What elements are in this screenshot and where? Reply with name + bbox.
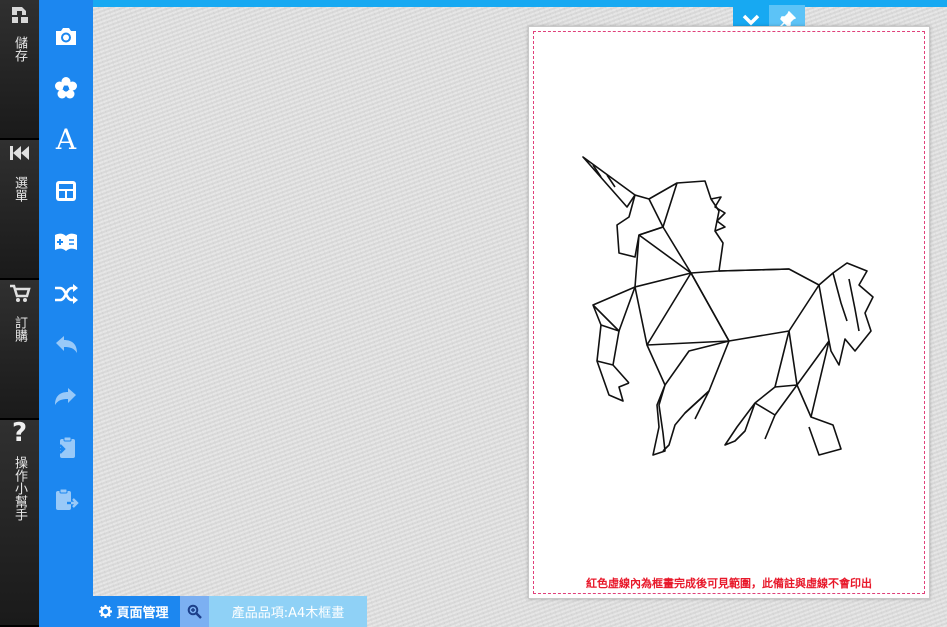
camera-tool[interactable] <box>46 16 86 56</box>
print-note: 紅色虛線內為框畫完成後可見範圍，此備註與虛線不會印出 <box>586 577 872 590</box>
shuffle-icon <box>55 283 78 304</box>
product-item-label: 產品品項:A4木框畫 <box>209 596 367 627</box>
save-icon <box>9 4 31 29</box>
flower-tool[interactable] <box>46 68 86 108</box>
shuffle-tool[interactable] <box>46 274 86 314</box>
add-page-tool[interactable] <box>46 222 86 262</box>
page-manager-label: 頁面管理 <box>116 606 169 621</box>
camera-icon <box>56 28 76 45</box>
undo-tool[interactable] <box>46 325 86 365</box>
save-button[interactable]: 儲存 <box>0 0 39 140</box>
menu-label: 選單 <box>12 176 27 202</box>
text-icon: A <box>55 122 77 156</box>
zoom-icon <box>187 604 202 619</box>
unicorn-artwork[interactable] <box>579 155 879 465</box>
question-icon: ? <box>11 418 28 448</box>
zoom-button[interactable] <box>180 596 209 627</box>
canvas-page[interactable]: 紅色虛線內為框畫完成後可見範圍，此備註與虛線不會印出 <box>528 26 930 599</box>
left-rail: 儲存 選單 訂購 ? 操作小幫手 <box>0 0 39 627</box>
paste-out-icon <box>56 488 79 510</box>
redo-tool[interactable] <box>46 377 86 417</box>
add-page-icon <box>55 233 77 251</box>
order-button[interactable]: 訂購 <box>0 280 39 420</box>
bottom-bar: 頁面管理 產品品項:A4木框畫 <box>88 596 367 627</box>
paste-out-tool[interactable] <box>46 480 86 520</box>
help-label: 操作小幫手 <box>12 456 27 521</box>
paste-in-tool[interactable] <box>46 428 86 468</box>
tool-column: A <box>39 0 93 627</box>
layout-icon <box>56 180 76 201</box>
flower-icon <box>55 76 77 98</box>
undo-icon <box>56 336 77 353</box>
top-accent-bar <box>93 0 947 7</box>
page-manager-button[interactable]: 頁面管理 <box>88 596 180 627</box>
redo-icon <box>55 387 76 405</box>
paste-in-icon <box>55 436 75 458</box>
gear-icon <box>99 605 113 618</box>
text-tool[interactable]: A <box>46 119 86 159</box>
chevron-down-icon <box>742 14 760 26</box>
save-label: 儲存 <box>12 36 27 62</box>
cart-icon <box>9 284 31 307</box>
rewind-icon <box>9 144 31 165</box>
help-button[interactable]: ? 操作小幫手 <box>0 420 39 627</box>
menu-button[interactable]: 選單 <box>0 140 39 280</box>
order-label: 訂購 <box>12 316 27 342</box>
layout-tool[interactable] <box>46 171 86 211</box>
